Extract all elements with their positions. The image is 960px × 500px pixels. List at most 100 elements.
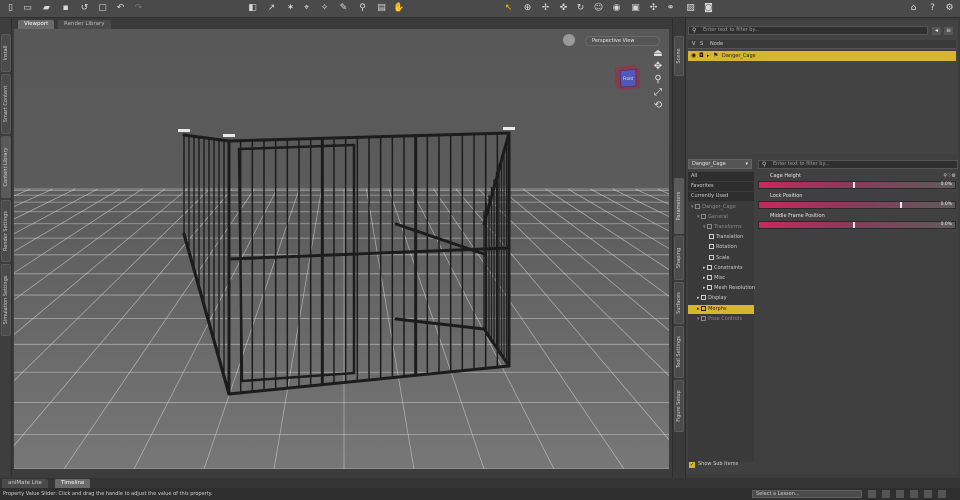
tab-timeline[interactable]: Timeline — [55, 479, 91, 488]
reset-view-icon[interactable]: ⟲ — [652, 100, 664, 112]
param-filter-input[interactable]: ⚲ Enter text to filter by... — [758, 160, 958, 169]
scene-back-icon[interactable]: ◂ — [932, 27, 941, 35]
pose-tool-icon[interactable]: ✜ — [558, 3, 569, 14]
universal-tool-icon[interactable]: ⊕ — [522, 3, 533, 14]
tree-item-transforms[interactable]: ▾ Transforms — [688, 223, 754, 232]
tab-animate-lite[interactable]: aniMate Lite — [2, 479, 48, 488]
active-pose-icon[interactable]: ☺ — [593, 3, 604, 14]
lesson-next-icon[interactable] — [896, 490, 904, 498]
filter-favorites[interactable]: Favorites — [688, 182, 754, 192]
link-icon[interactable]: ⚭ — [665, 3, 676, 14]
tree-item-translation[interactable]: Translation — [688, 233, 754, 242]
tab-simulation-settings[interactable]: Simulation Settings — [1, 264, 11, 336]
open-file-icon[interactable]: ▭ — [22, 3, 33, 14]
tab-shaping[interactable]: Shaping — [674, 236, 684, 280]
tab-render-settings[interactable]: Render Settings — [1, 200, 11, 262]
frame-icon[interactable]: ⏏ — [652, 48, 664, 60]
slider-lock-position[interactable]: Lock Position 0.0% — [758, 193, 958, 213]
middle-frame-slider[interactable]: 0.0% — [758, 221, 956, 229]
lesson-list-icon[interactable] — [910, 490, 918, 498]
settings-icon[interactable]: ⚙ — [944, 3, 955, 14]
tree-item-mesh-resolution[interactable]: ▸ Mesh Resolution — [688, 284, 755, 293]
region-navigator-icon[interactable]: ◉ — [611, 3, 622, 14]
node-selection-icon[interactable]: ↖ — [503, 3, 514, 14]
geometry-editor-icon[interactable]: ▤ — [376, 3, 387, 14]
script-icon[interactable]: ✋ — [393, 3, 404, 14]
image-icon[interactable]: ▨ — [685, 3, 696, 14]
joint-editor-icon[interactable]: ⚲ — [357, 3, 368, 14]
camera-select[interactable]: Perspective View — [585, 36, 660, 46]
tab-parameters[interactable]: Parameters — [674, 178, 684, 234]
slider-middle-frame-position[interactable]: Middle Frame Position 0.0% — [758, 213, 958, 233]
zoom-icon[interactable]: ⚲ — [652, 74, 664, 86]
tab-scene[interactable]: Scene — [674, 36, 684, 76]
translate-tool-icon[interactable]: ✢ — [540, 3, 551, 14]
view-cube[interactable]: Front — [612, 62, 642, 92]
render-icon[interactable]: ↗ — [266, 3, 277, 14]
tree-item-misc[interactable]: ▸ Misc — [688, 274, 754, 283]
surface-selection-icon[interactable]: ✎ — [338, 3, 349, 14]
draw-style-icon[interactable] — [563, 34, 575, 46]
show-sub-items[interactable]: ✓ Show Sub Items — [688, 460, 754, 469]
tree-item-danger-cage[interactable]: ▾ Danger_Cage — [688, 203, 754, 212]
3d-viewport[interactable] — [14, 29, 669, 469]
tab-render-library[interactable]: Render Library — [58, 20, 111, 29]
maximize-icon[interactable]: ⤢ — [652, 87, 664, 99]
help-icon[interactable]: ? — [927, 3, 938, 14]
save-icon[interactable]: ▪ — [60, 3, 71, 14]
tab-surfaces[interactable]: Surfaces — [674, 282, 684, 324]
tree-item-constraints[interactable]: ▸ Constraints — [688, 264, 754, 273]
home-icon[interactable]: ⌂ — [908, 3, 919, 14]
eye-icon[interactable]: ◉ — [691, 51, 696, 61]
scene-header: V S Node — [688, 40, 956, 49]
export-icon[interactable]: ▢ — [97, 3, 108, 14]
filter-currently-used[interactable]: Currently Used — [688, 192, 754, 202]
lesson-prev-icon[interactable] — [868, 490, 876, 498]
param-options-icon[interactable]: ⚲♡⚙ — [943, 173, 956, 179]
slider-handle[interactable] — [853, 222, 856, 228]
lesson-select[interactable]: Select a Lesson... — [752, 490, 862, 498]
tree-item-display[interactable]: ▸ Display — [688, 294, 754, 303]
undo-icon[interactable]: ↶ — [115, 3, 126, 14]
checkbox-icon[interactable]: ✓ — [689, 462, 695, 468]
surface-tool-icon[interactable]: ▣ — [630, 3, 641, 14]
slider-handle[interactable] — [853, 182, 856, 188]
lesson-close-icon[interactable] — [938, 490, 946, 498]
lock-position-slider[interactable]: 0.0% — [758, 201, 956, 209]
render-settings-icon[interactable]: ◧ — [247, 3, 258, 14]
camera-icon[interactable]: ◙ — [703, 3, 714, 14]
redo-icon[interactable]: ↷ — [133, 3, 144, 14]
lock-icon[interactable]: ◘ — [699, 51, 704, 61]
slider-handle[interactable] — [900, 202, 903, 208]
spot-render-icon[interactable]: ✶ — [285, 3, 296, 14]
tab-figure-setup[interactable]: Figure Setup — [674, 380, 684, 432]
scene-menu-icon[interactable]: ≡ — [944, 27, 953, 35]
merge-icon[interactable]: ↺ — [79, 3, 90, 14]
tree-item-rotation[interactable]: Rotation — [688, 243, 754, 252]
scene-filter-input[interactable]: ⚲ Enter text to filter by... — [688, 26, 928, 35]
tab-content-library[interactable]: Content Library — [1, 136, 11, 198]
tree-item-general[interactable]: ▾ General — [688, 213, 754, 222]
light-icon[interactable]: ✧ — [319, 3, 330, 14]
tree-item-pose-controls[interactable]: ▾ Pose Controls — [688, 315, 754, 324]
node-select[interactable]: Danger_Cage ▾ — [688, 159, 752, 169]
tab-viewport[interactable]: Viewport — [18, 20, 55, 29]
open-folder-icon[interactable]: ▰ — [41, 3, 52, 14]
scene-item-danger-cage[interactable]: ◉ ◘ ▸ ⚑ Danger_Cage — [688, 51, 956, 61]
cage-height-slider[interactable]: 0.0% — [758, 181, 956, 189]
new-scene-icon[interactable]: ▯ — [5, 3, 16, 14]
lesson-step-icon[interactable] — [882, 490, 890, 498]
rotate-tool-icon[interactable]: ↻ — [575, 3, 586, 14]
tab-install[interactable]: Install — [1, 34, 11, 72]
pan-icon[interactable]: ✥ — [652, 61, 664, 73]
slider-cage-height[interactable]: Cage Height ⚲♡⚙ 0.0% — [758, 173, 958, 193]
tree-item-morphs[interactable]: ▸ Morphs — [688, 304, 754, 314]
scale-tool-icon[interactable]: ✣ — [648, 3, 659, 14]
tab-tool-settings[interactable]: Tool Settings — [674, 326, 684, 378]
expand-arrow-icon[interactable]: ▸ — [707, 51, 710, 61]
filter-all[interactable]: All — [688, 172, 754, 181]
lesson-info-icon[interactable] — [924, 490, 932, 498]
iray-icon[interactable]: ⌖ — [301, 3, 312, 14]
tree-item-scale[interactable]: Scale — [688, 254, 754, 263]
tab-smart-content[interactable]: Smart Content — [1, 74, 11, 134]
